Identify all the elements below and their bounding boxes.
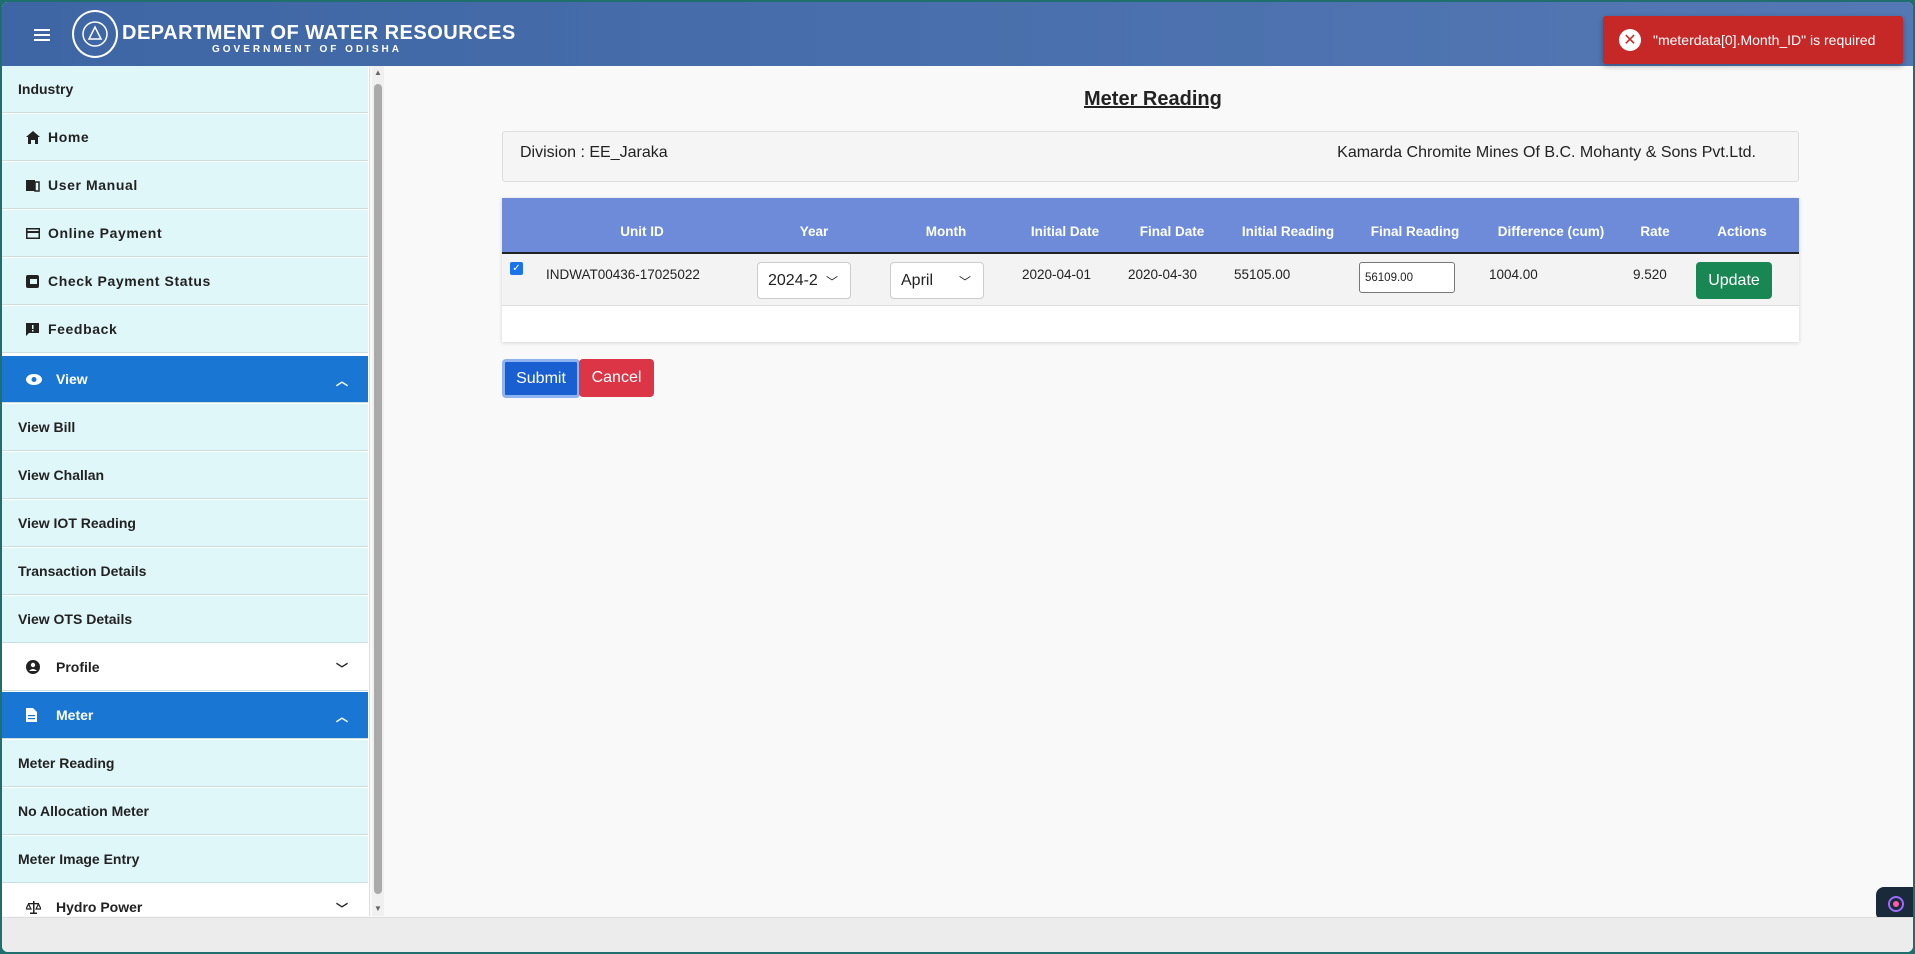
feedback-icon <box>26 322 48 336</box>
sidebar-group-profile[interactable]: Profile ﹀ <box>2 644 368 691</box>
sidebar-item-view-challan[interactable]: View Challan <box>2 452 368 499</box>
sidebar-item-label: Home <box>48 129 90 145</box>
sidebar-item-view-bill[interactable]: View Bill <box>2 404 368 451</box>
toast-message: "meterdata[0].Month_ID" is required <box>1653 32 1876 48</box>
sidebar-item-home[interactable]: Home <box>2 114 368 161</box>
menu-icon[interactable] <box>34 29 50 41</box>
sidebar-scrollbar[interactable]: ▲ ▼ <box>372 66 384 916</box>
table-header: Unit ID Year Month Initial Date Final Da… <box>502 198 1799 254</box>
sidebar-group-view[interactable]: View ︿ <box>2 356 368 403</box>
receipt-icon <box>26 274 48 288</box>
error-toast[interactable]: ✕ "meterdata[0].Month_ID" is required <box>1603 16 1903 64</box>
final-reading-input[interactable]: 56109.00 <box>1359 262 1455 293</box>
company-name: Kamarda Chromite Mines Of B.C. Mohanty &… <box>1337 144 1756 161</box>
column-header: Final Date <box>1139 224 1205 239</box>
sidebar-item-label: Meter Reading <box>18 755 115 771</box>
year-value: 2024-25 <box>768 271 818 289</box>
row-checkbox[interactable]: ✓ <box>510 262 523 275</box>
sidebar-item-label: View Bill <box>18 419 76 435</box>
sidebar-group-label: Meter <box>56 707 94 723</box>
scroll-thumb[interactable] <box>374 84 382 894</box>
sidebar-item-label: View OTS Details <box>18 611 133 627</box>
sidebar-item-label: No Allocation Meter <box>18 803 149 819</box>
sidebar-group-meter[interactable]: Meter ︿ <box>2 692 368 739</box>
column-header: Final Reading <box>1370 224 1460 239</box>
sidebar-item-meter-reading[interactable]: Meter Reading <box>2 740 368 787</box>
chevron-down-icon: ﹀ <box>825 275 838 289</box>
cancel-button[interactable]: Cancel <box>579 359 654 397</box>
sidebar-item-check-payment-status[interactable]: Check Payment Status <box>2 258 368 305</box>
sidebar-item-label: Online Payment <box>48 225 163 241</box>
month-value: April <box>901 271 934 289</box>
info-bar: Division : EE_Jaraka Kamarda Chromite Mi… <box>502 131 1799 182</box>
submit-button[interactable]: Submit <box>502 359 580 398</box>
sidebar-item-no-allocation-meter[interactable]: No Allocation Meter <box>2 788 368 835</box>
initial-reading-cell: 55105.00 <box>1234 267 1291 282</box>
sidebar: Industry Home User Manual Online Payment… <box>2 66 370 916</box>
rate-cell: 9.520 <box>1633 267 1667 282</box>
document-icon <box>26 708 56 722</box>
sidebar-group-label: View <box>56 371 88 387</box>
update-button[interactable]: Update <box>1696 262 1772 299</box>
sidebar-section-label: Industry <box>18 81 74 97</box>
home-icon <box>26 130 48 144</box>
emblem-logo <box>72 10 118 58</box>
year-select[interactable]: 2024-25 ﹀ <box>757 262 851 299</box>
page-title: Meter Reading <box>1084 88 1222 110</box>
initial-date-cell: 2020-04-01 <box>1022 267 1092 282</box>
month-select[interactable]: April ﹀ <box>890 262 984 299</box>
assistant-icon[interactable] <box>1876 887 1913 921</box>
scroll-down-arrow-icon[interactable]: ▼ <box>374 904 382 913</box>
book-icon <box>26 179 48 192</box>
sidebar-group-hydro-power[interactable]: Hydro Power ﹀ <box>2 884 368 916</box>
chevron-down-icon: ﹀ <box>958 275 971 289</box>
brand-title: DEPARTMENT OF WATER RESOURCES <box>122 22 516 44</box>
column-header: Difference (cum) <box>1497 224 1605 239</box>
sidebar-group-label: Profile <box>56 659 100 675</box>
sidebar-item-meter-image-entry[interactable]: Meter Image Entry <box>2 836 368 883</box>
sidebar-item-feedback[interactable]: Feedback <box>2 306 368 353</box>
chevron-up-icon: ︿ <box>335 710 348 724</box>
column-header: Year <box>799 224 829 239</box>
sidebar-item-label: Check Payment Status <box>48 273 211 289</box>
final-date-cell: 2020-04-30 <box>1128 267 1198 282</box>
sidebar-item-label: View Challan <box>18 467 105 483</box>
scroll-up-arrow-icon[interactable]: ▲ <box>374 68 382 77</box>
scale-icon <box>26 900 56 914</box>
column-header: Initial Reading <box>1241 224 1335 239</box>
column-header: Initial Date <box>1030 224 1100 239</box>
column-header: Month <box>925 224 967 239</box>
credit-card-icon <box>26 227 48 239</box>
sidebar-item-view-ots-details[interactable]: View OTS Details <box>2 596 368 643</box>
table-row: ✓ INDWAT00436-17025022 2024-25 ﹀ April ﹀… <box>502 254 1799 306</box>
user-circle-icon <box>26 660 56 674</box>
bottom-strip <box>2 917 1913 952</box>
difference-cell: 1004.00 <box>1489 267 1538 282</box>
brand-subtitle: GOVERNMENT OF ODISHA <box>212 44 403 55</box>
unit-id-cell: INDWAT00436-17025022 <box>546 267 700 282</box>
chevron-down-icon: ﹀ <box>335 662 348 676</box>
sidebar-item-user-manual[interactable]: User Manual <box>2 162 368 209</box>
sidebar-section-industry: Industry <box>2 66 368 113</box>
sidebar-item-label: Transaction Details <box>18 563 147 579</box>
error-icon: ✕ <box>1619 29 1641 51</box>
app-frame: DEPARTMENT OF WATER RESOURCES GOVERNMENT… <box>2 2 1913 952</box>
division-label: Division : EE_Jaraka <box>520 144 668 161</box>
sidebar-item-view-iot-reading[interactable]: View IOT Reading <box>2 500 368 547</box>
chevron-down-icon: ﹀ <box>335 902 348 916</box>
column-header: Rate <box>1640 224 1670 239</box>
sidebar-item-label: View IOT Reading <box>18 515 136 531</box>
column-header: Unit ID <box>620 224 664 239</box>
sidebar-item-online-payment[interactable]: Online Payment <box>2 210 368 257</box>
sidebar-item-label: Feedback <box>48 321 118 337</box>
sidebar-item-transaction-details[interactable]: Transaction Details <box>2 548 368 595</box>
chevron-up-icon: ︿ <box>335 374 348 388</box>
meter-table: Unit ID Year Month Initial Date Final Da… <box>502 198 1799 342</box>
sidebar-item-label: User Manual <box>48 177 138 193</box>
sidebar-group-label: Hydro Power <box>56 899 143 915</box>
column-header: Actions <box>1717 224 1767 239</box>
eye-icon <box>26 373 56 385</box>
sidebar-item-label: Meter Image Entry <box>18 851 140 867</box>
